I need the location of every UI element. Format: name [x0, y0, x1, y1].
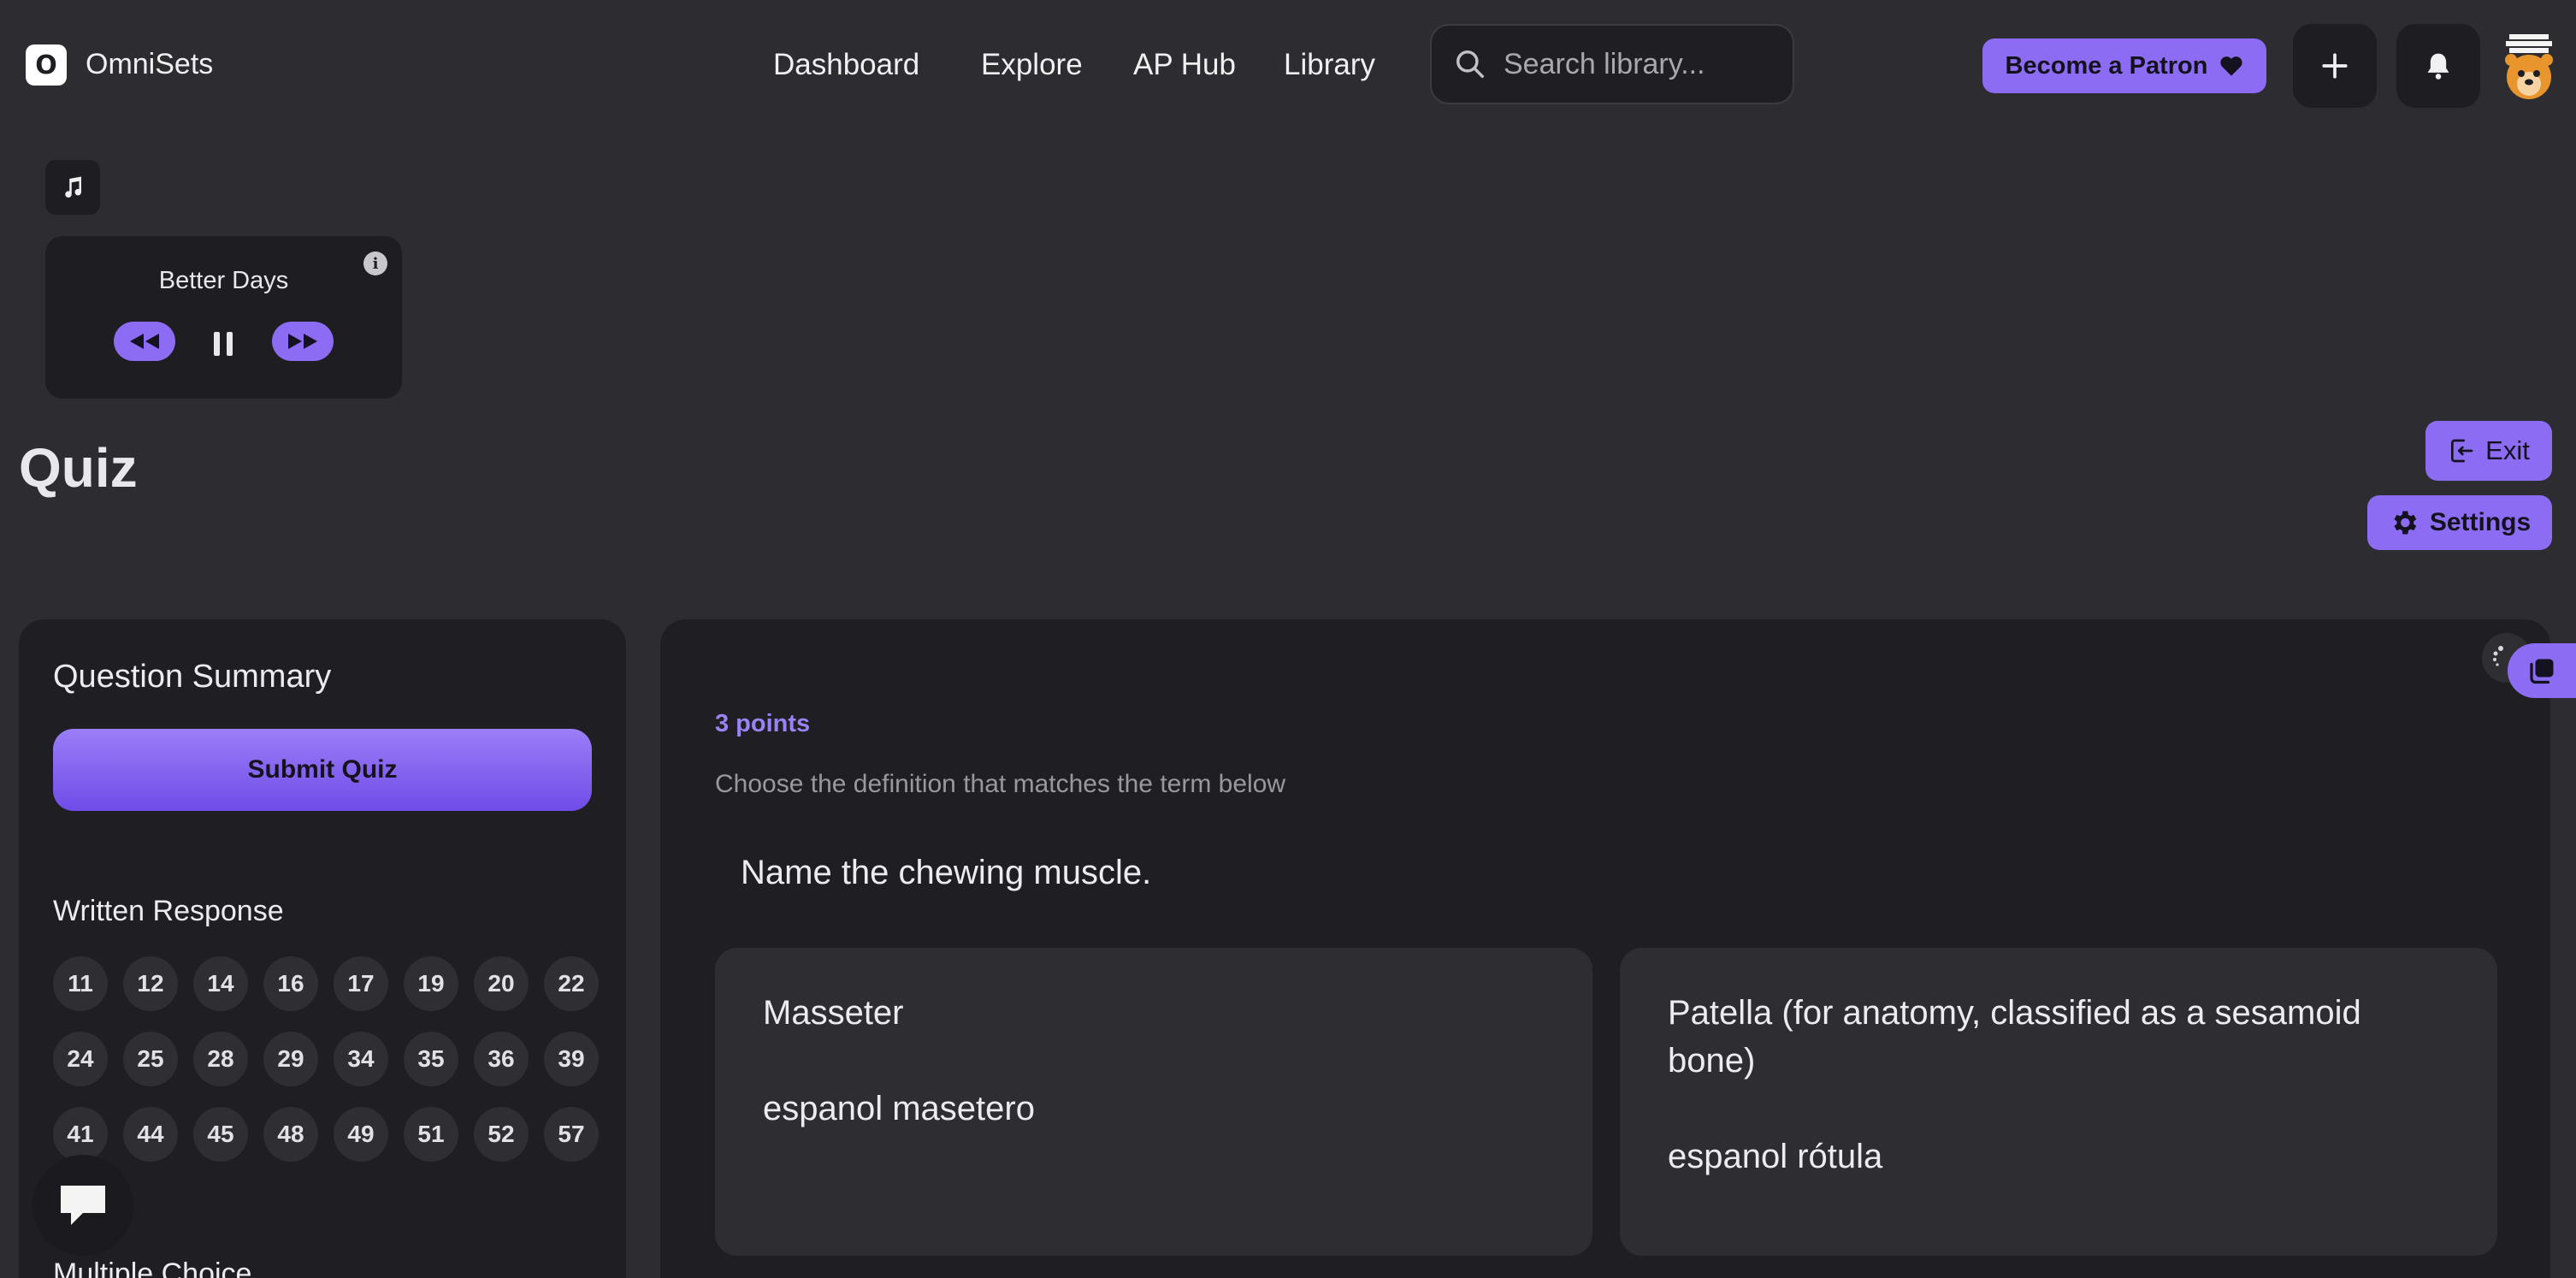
patron-label: Become a Patron	[2005, 51, 2208, 80]
flashcards-side-tab[interactable]	[2508, 643, 2576, 698]
summary-title: Question Summary	[53, 659, 332, 695]
choice-translation: espanol masetero	[763, 1090, 1035, 1127]
question-number-button[interactable]: 16	[263, 956, 318, 1011]
cards-icon	[2530, 659, 2554, 684]
exit-label: Exit	[2485, 435, 2530, 465]
question-number-button[interactable]: 48	[263, 1107, 318, 1162]
search-icon	[1456, 50, 1484, 78]
question-number-button[interactable]: 45	[193, 1107, 248, 1162]
multiple-choice-label: Multiple Choice	[53, 1257, 252, 1278]
heart-icon	[2220, 56, 2243, 76]
chat-icon	[61, 1186, 105, 1225]
rewind-button[interactable]	[114, 322, 175, 361]
settings-label: Settings	[2429, 508, 2532, 536]
nav-library[interactable]: Library	[1284, 48, 1375, 82]
instruction-text: Choose the definition that matches the t…	[715, 770, 1286, 798]
question-number-button[interactable]: 41	[53, 1107, 108, 1162]
fast-forward-icon	[288, 334, 317, 349]
exit-button[interactable]: Exit	[2425, 421, 2552, 481]
user-avatar[interactable]	[2501, 31, 2557, 103]
music-note-icon	[65, 176, 82, 198]
search-box[interactable]	[1430, 24, 1794, 104]
settings-button[interactable]: Settings	[2367, 495, 2552, 550]
exit-icon	[2451, 439, 2473, 463]
pause-button[interactable]	[197, 320, 250, 368]
logo-letter: O	[35, 50, 57, 80]
fast-forward-button[interactable]	[272, 322, 334, 361]
question-panel: 3 points Choose the definition that matc…	[660, 619, 2550, 1278]
music-player: Better Days i	[45, 236, 402, 399]
question-number-button[interactable]: 19	[404, 956, 458, 1011]
answer-choice[interactable]: Masseter espanol masetero	[715, 948, 1592, 1256]
create-button[interactable]	[2293, 24, 2377, 108]
nav-ap-hub[interactable]: AP Hub	[1133, 48, 1236, 82]
question-number-button[interactable]: 52	[474, 1107, 529, 1162]
points-label: 3 points	[715, 710, 811, 737]
info-icon[interactable]: i	[363, 251, 387, 275]
question-prompt: Name the chewing muscle.	[741, 854, 1152, 891]
question-number-button[interactable]: 28	[193, 1032, 248, 1086]
question-number-button[interactable]: 20	[474, 956, 529, 1011]
notifications-button[interactable]	[2396, 24, 2480, 108]
chat-button[interactable]	[32, 1155, 133, 1256]
submit-quiz-button[interactable]: Submit Quiz	[53, 729, 592, 811]
question-number-button[interactable]: 17	[334, 956, 388, 1011]
choice-translation: espanol rótula	[1668, 1138, 1883, 1175]
question-number-button[interactable]: 39	[544, 1032, 599, 1086]
search-input[interactable]	[1504, 47, 1777, 81]
choice-term: Masseter	[763, 994, 904, 1032]
bell-icon	[2427, 53, 2449, 80]
question-number-button[interactable]: 36	[474, 1032, 529, 1086]
question-number-button[interactable]: 12	[123, 956, 178, 1011]
nav-dashboard[interactable]: Dashboard	[773, 48, 919, 82]
question-number-button[interactable]: 14	[193, 956, 248, 1011]
question-number-button[interactable]: 34	[334, 1032, 388, 1086]
avatar-icon	[2505, 34, 2553, 99]
gear-icon	[2394, 511, 2417, 535]
page-title: Quiz	[19, 437, 138, 499]
answer-choice[interactable]: Patella (for anatomy, classified as a se…	[1620, 948, 2497, 1256]
question-number-button[interactable]: 57	[544, 1107, 599, 1162]
question-number-button[interactable]: 35	[404, 1032, 458, 1086]
written-response-label: Written Response	[53, 895, 284, 927]
question-number-button[interactable]: 24	[53, 1032, 108, 1086]
nav-explore[interactable]: Explore	[981, 48, 1083, 82]
question-number-button[interactable]: 51	[404, 1107, 458, 1162]
rewind-icon	[130, 334, 159, 349]
brand-name[interactable]: OmniSets	[86, 48, 213, 81]
question-number-button[interactable]: 11	[53, 956, 108, 1011]
pause-icon	[227, 332, 233, 356]
question-number-button[interactable]: 44	[123, 1107, 178, 1162]
music-toggle-button[interactable]	[45, 160, 100, 215]
question-number-button[interactable]: 25	[123, 1032, 178, 1086]
track-title: Better Days	[158, 267, 289, 294]
choice-term: Patella (for anatomy, classified as a se…	[1668, 994, 2361, 1080]
pause-icon	[214, 332, 220, 356]
question-number-button[interactable]: 49	[334, 1107, 388, 1162]
question-number-button[interactable]: 22	[544, 956, 599, 1011]
logo[interactable]: O	[26, 44, 67, 86]
question-number-button[interactable]: 29	[263, 1032, 318, 1086]
plus-icon	[2322, 53, 2348, 79]
become-patron-button[interactable]: Become a Patron	[1982, 38, 2266, 93]
